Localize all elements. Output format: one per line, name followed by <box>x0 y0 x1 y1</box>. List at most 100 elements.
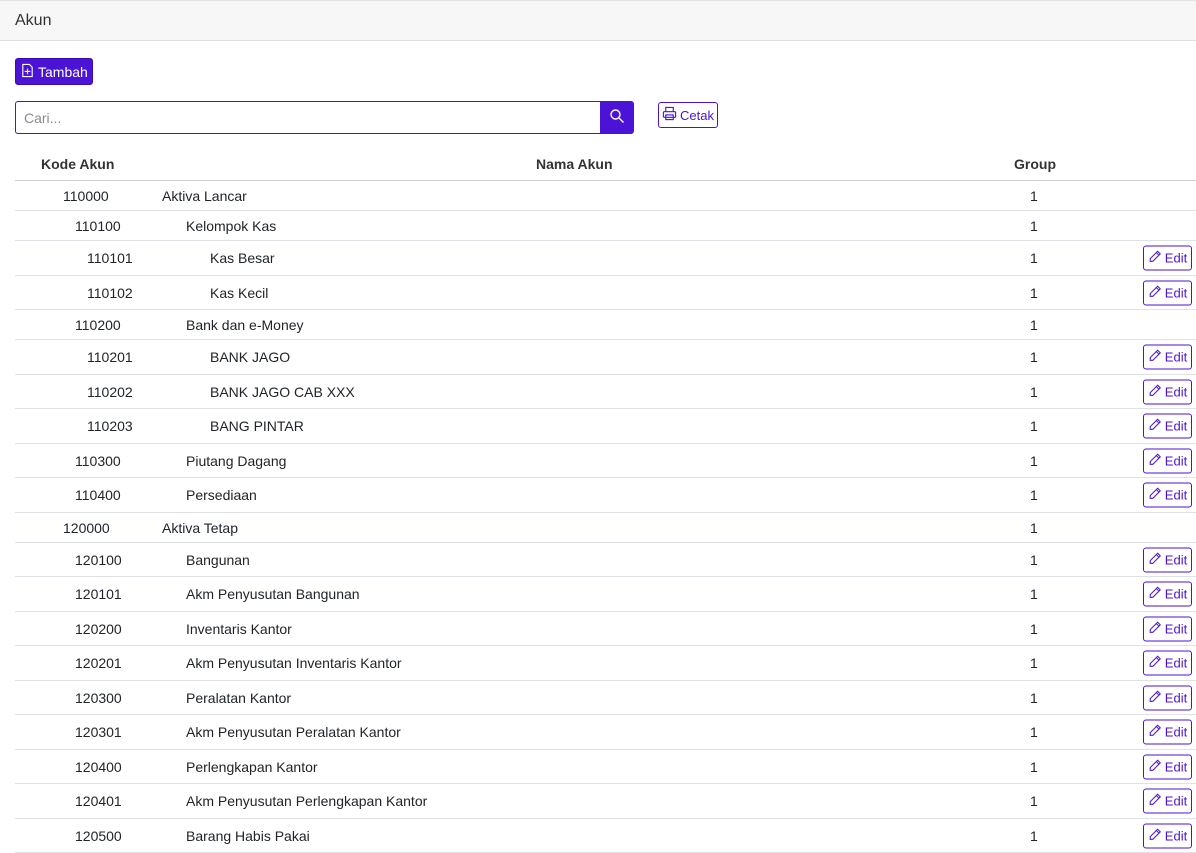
account-name: Akm Penyusutan Inventaris Kantor <box>186 655 402 671</box>
edit-button-label: Edit <box>1164 250 1188 266</box>
search-button[interactable] <box>600 101 634 134</box>
search-input[interactable] <box>15 101 600 134</box>
account-code: 110200 <box>75 316 121 333</box>
pencil-icon <box>1148 418 1162 435</box>
edit-button-label: Edit <box>1164 690 1188 705</box>
account-group: 1 <box>1030 793 1038 809</box>
edit-button[interactable]: Edit <box>1143 823 1192 848</box>
table-row: 110203 BANG PINTAR 1 Edit <box>15 409 1196 444</box>
edit-button[interactable]: Edit <box>1143 448 1192 473</box>
account-group: 1 <box>1030 452 1038 469</box>
table-row: 120101 Akm Penyusutan Bangunan 1 Edit <box>15 577 1196 612</box>
edit-button[interactable]: Edit <box>1143 482 1192 508</box>
table-row: 110100 Kelompok Kas 1 <box>15 211 1196 241</box>
account-code: 120000 <box>63 519 110 536</box>
account-group: 1 <box>1030 758 1038 775</box>
account-code: 110100 <box>75 217 121 234</box>
edit-button[interactable]: Edit <box>1143 788 1192 814</box>
account-code: 120100 <box>75 551 122 568</box>
table-row: 120301 Akm Penyusutan Peralatan Kantor 1 Ed… <box>15 715 1196 750</box>
edit-button[interactable]: Edit <box>1143 344 1192 370</box>
account-name: Aktiva Lancar <box>162 187 247 204</box>
pencil-icon <box>1148 284 1162 301</box>
search-icon <box>609 108 625 127</box>
pencil-icon <box>1148 620 1162 637</box>
edit-button-label: Edit <box>1164 384 1188 399</box>
edit-button-label: Edit <box>1164 418 1188 434</box>
print-button[interactable]: Cetak <box>658 102 718 128</box>
account-group: 1 <box>1030 586 1038 602</box>
pencil-icon <box>1148 487 1162 504</box>
edit-button[interactable]: Edit <box>1143 650 1192 676</box>
account-name: Perlengkapan Kantor <box>186 758 318 775</box>
pencil-icon <box>1148 383 1162 400</box>
account-code: 120101 <box>75 586 122 602</box>
edit-button[interactable]: Edit <box>1143 547 1192 572</box>
printer-icon <box>662 106 677 124</box>
column-header-nama: Nama Akun <box>536 156 613 172</box>
edit-button[interactable]: Edit <box>1143 280 1192 305</box>
account-code: 120201 <box>75 655 122 671</box>
pencil-icon <box>1148 724 1162 741</box>
account-name: Piutang Dagang <box>186 452 287 469</box>
edit-button-label: Edit <box>1164 621 1188 636</box>
pencil-icon <box>1148 758 1162 775</box>
edit-button[interactable]: Edit <box>1143 616 1192 641</box>
table-row: 120000 Aktiva Tetap 1 <box>15 513 1196 543</box>
account-code: 110202 <box>87 383 133 400</box>
pencil-icon <box>1148 250 1162 267</box>
table-row: 110300 Piutang Dagang 1 Edit <box>15 444 1196 478</box>
account-name: Bank dan e-Money <box>186 316 304 333</box>
table-row: 110101 Kas Besar 1 Edit <box>15 241 1196 276</box>
edit-button[interactable]: Edit <box>1143 413 1192 439</box>
edit-button-label: Edit <box>1164 828 1188 843</box>
account-code: 110102 <box>87 284 133 301</box>
edit-button-label: Edit <box>1164 759 1188 774</box>
account-group: 1 <box>1030 349 1038 365</box>
edit-button[interactable]: Edit <box>1143 581 1192 607</box>
page-header: Akun <box>0 0 1196 41</box>
account-group: 1 <box>1030 284 1038 301</box>
account-name: Akm Penyusutan Bangunan <box>186 586 360 602</box>
table-row: 110201 BANK JAGO 1 Edit <box>15 340 1196 375</box>
account-group: 1 <box>1030 418 1038 434</box>
edit-button-label: Edit <box>1164 487 1188 503</box>
account-name: Aktiva Tetap <box>162 519 239 536</box>
account-group: 1 <box>1030 620 1038 637</box>
column-header-kode: Kode Akun <box>41 156 115 172</box>
account-code: 110203 <box>87 418 133 434</box>
table-body: 110000 Aktiva Lancar 1 110100 Kelompok Kas 1 1… <box>15 181 1196 853</box>
table-row: 120400 Perlengkapan Kantor 1 Edit <box>15 750 1196 784</box>
edit-button[interactable]: Edit <box>1143 379 1192 404</box>
table-row: 120300 Peralatan Kantor 1 Edit <box>15 681 1196 715</box>
account-group: 1 <box>1030 250 1038 266</box>
edit-button[interactable]: Edit <box>1143 685 1192 710</box>
account-code: 110101 <box>87 250 133 266</box>
accounts-table: Kode Akun Nama Akun Group 110000 Aktiva L… <box>15 147 1196 853</box>
account-code: 110400 <box>75 487 121 503</box>
edit-button-label: Edit <box>1164 349 1188 365</box>
edit-button[interactable]: Edit <box>1143 719 1192 745</box>
table-row: 110400 Persediaan 1 Edit <box>15 478 1196 513</box>
table-row: 110200 Bank dan e-Money 1 <box>15 310 1196 340</box>
add-button[interactable]: Tambah <box>15 58 93 85</box>
edit-button[interactable]: Edit <box>1143 245 1192 271</box>
account-group: 1 <box>1030 519 1038 536</box>
account-group: 1 <box>1030 187 1038 204</box>
account-name: BANK JAGO CAB XXX <box>210 383 355 400</box>
edit-button-label: Edit <box>1164 552 1188 567</box>
add-button-label: Tambah <box>38 63 88 80</box>
account-code: 120300 <box>75 689 122 706</box>
pencil-icon <box>1148 689 1162 706</box>
table-row: 110202 BANK JAGO CAB XXX 1 Edit <box>15 375 1196 409</box>
pencil-icon <box>1148 551 1162 568</box>
pencil-icon <box>1148 793 1162 810</box>
account-code: 120301 <box>75 724 122 740</box>
account-code: 120401 <box>75 793 122 809</box>
edit-button[interactable]: Edit <box>1143 754 1192 779</box>
edit-button-label: Edit <box>1164 793 1188 809</box>
table-row: 120500 Barang Habis Pakai 1 Edit <box>15 819 1196 853</box>
table-header: Kode Akun Nama Akun Group <box>15 147 1196 181</box>
pencil-icon <box>1148 655 1162 672</box>
table-row: 120100 Bangunan 1 Edit <box>15 543 1196 577</box>
